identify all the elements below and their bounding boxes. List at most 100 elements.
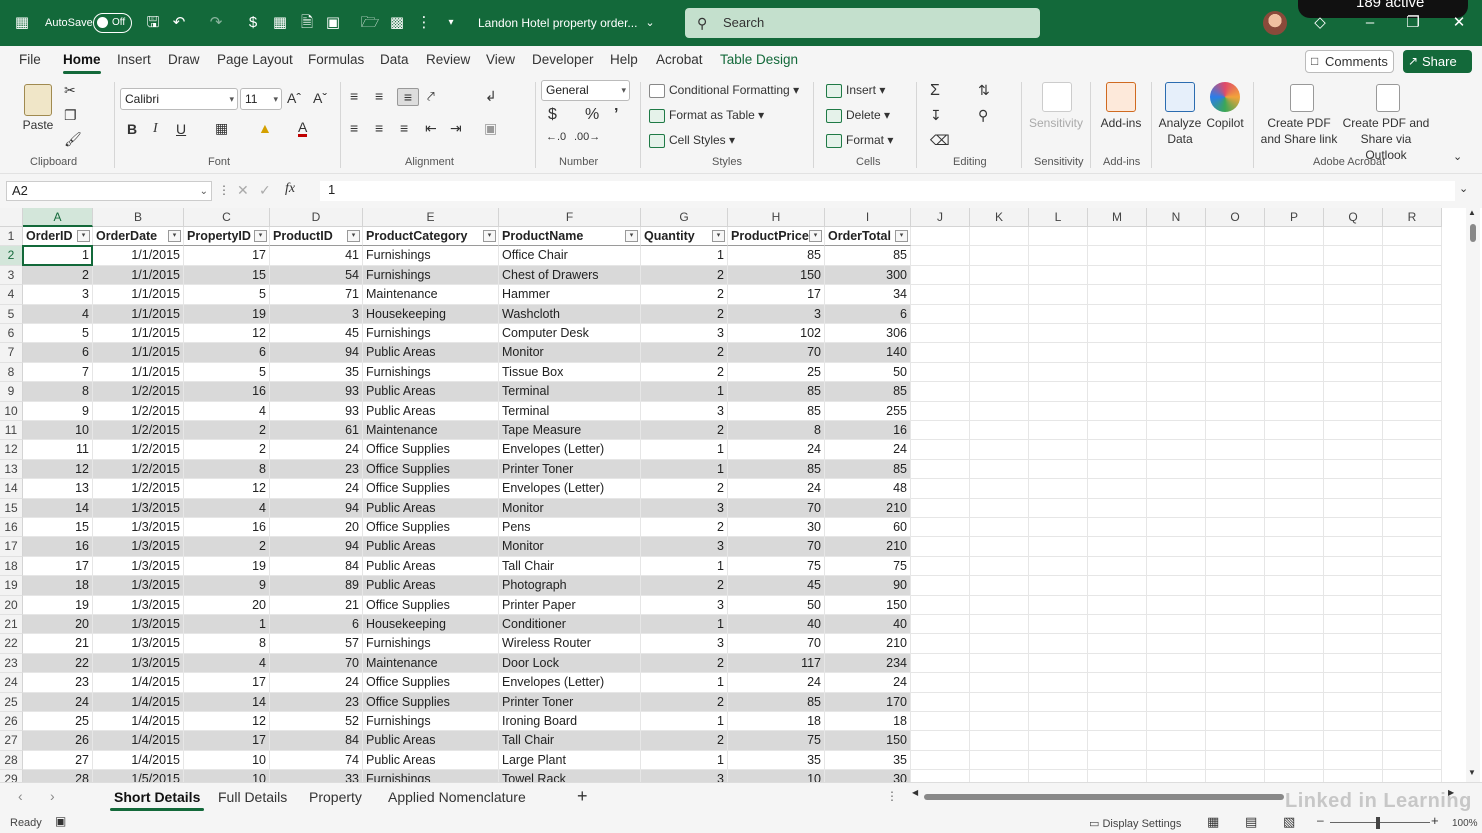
analyze-data-icon[interactable] — [1165, 82, 1195, 112]
table-cell[interactable]: 30 — [825, 770, 911, 782]
table-cell[interactable]: 5 — [184, 285, 270, 305]
table-cell[interactable]: 170 — [825, 692, 911, 712]
table-cell[interactable]: 17 — [728, 285, 825, 305]
table-cell[interactable]: 17 — [184, 731, 270, 751]
table-cell[interactable]: 1 — [641, 712, 728, 732]
empty-cell[interactable] — [1383, 440, 1442, 460]
empty-cell[interactable] — [1206, 440, 1265, 460]
empty-cell[interactable] — [1206, 634, 1265, 654]
empty-cell[interactable] — [1265, 576, 1324, 596]
table-cell[interactable]: Public Areas — [363, 576, 499, 596]
empty-cell[interactable] — [1029, 731, 1088, 751]
autosave-toggle[interactable]: Off — [93, 13, 132, 33]
sheet-tab-applied-nomenclature[interactable]: Applied Nomenclature — [388, 789, 526, 805]
table-cell[interactable]: Furnishings — [363, 634, 499, 654]
row-header-27[interactable]: 27 — [0, 731, 23, 751]
empty-cell[interactable] — [1088, 440, 1147, 460]
empty-cell[interactable] — [1029, 246, 1088, 266]
table-cell[interactable]: 2 — [641, 731, 728, 751]
empty-cell[interactable] — [1383, 246, 1442, 266]
table-cell[interactable]: 12 — [184, 479, 270, 499]
empty-cell[interactable] — [1265, 246, 1324, 266]
empty-cell[interactable] — [1265, 615, 1324, 635]
fill-icon[interactable]: ↧ — [930, 107, 942, 124]
empty-cell[interactable] — [1383, 421, 1442, 441]
empty-cell[interactable] — [1324, 770, 1383, 782]
row-header-2[interactable]: 2 — [0, 246, 23, 266]
empty-cell[interactable] — [1324, 750, 1383, 771]
empty-cell[interactable] — [1088, 518, 1147, 538]
table-cell[interactable]: Furnishings — [363, 265, 499, 286]
column-header-p[interactable]: P — [1265, 208, 1324, 227]
table-cell[interactable]: 2 — [641, 518, 728, 538]
tab-insert[interactable]: Insert — [117, 52, 151, 67]
fill-color-icon[interactable]: ▲ — [258, 120, 272, 136]
empty-cell[interactable] — [1206, 692, 1265, 712]
table-cell[interactable]: Door Lock — [499, 653, 641, 674]
empty-cell[interactable] — [1265, 459, 1324, 480]
empty-cell[interactable] — [1206, 576, 1265, 596]
tab-view[interactable]: View — [486, 52, 515, 67]
table-cell[interactable]: 8 — [184, 459, 270, 480]
empty-cell[interactable] — [970, 576, 1029, 596]
row-header-21[interactable]: 21 — [0, 615, 23, 635]
display-settings-button[interactable]: ▭ Display Settings — [1089, 817, 1181, 830]
table-cell[interactable]: 94 — [270, 537, 363, 557]
table-cell[interactable]: 10 — [23, 421, 93, 441]
empty-cell[interactable] — [1206, 518, 1265, 538]
empty-cell[interactable] — [1265, 556, 1324, 577]
table-cell[interactable]: Envelopes (Letter) — [499, 440, 641, 460]
empty-cell[interactable] — [1206, 304, 1265, 324]
empty-cell[interactable] — [1383, 343, 1442, 363]
align-left-icon[interactable]: ≡ — [350, 120, 358, 136]
empty-cell[interactable] — [1088, 362, 1147, 383]
empty-cell[interactable] — [1088, 265, 1147, 286]
empty-cell[interactable] — [1029, 634, 1088, 654]
zoom-out-icon[interactable]: – — [1317, 813, 1324, 827]
empty-cell[interactable] — [1147, 518, 1206, 538]
empty-cell[interactable] — [1383, 653, 1442, 674]
table-cell[interactable]: 35 — [825, 750, 911, 771]
empty-cell[interactable] — [970, 615, 1029, 635]
empty-cell[interactable] — [1383, 692, 1442, 712]
table-cell[interactable]: 3 — [23, 285, 93, 305]
empty-cell[interactable] — [1324, 712, 1383, 732]
empty-cell[interactable] — [1206, 401, 1265, 421]
table-cell[interactable]: 1/4/2015 — [93, 712, 184, 732]
zoom-level[interactable]: 100% — [1452, 818, 1478, 829]
empty-cell[interactable] — [1206, 285, 1265, 305]
table-cell[interactable]: 3 — [641, 537, 728, 557]
filter-dropdown-icon[interactable]: ▾ — [712, 230, 725, 242]
empty-cell[interactable] — [1265, 498, 1324, 518]
column-header-e[interactable]: E — [363, 208, 499, 227]
empty-cell[interactable] — [1029, 556, 1088, 577]
table-cell[interactable]: 210 — [825, 498, 911, 518]
table-cell[interactable]: 4 — [23, 304, 93, 324]
empty-cell[interactable] — [1147, 401, 1206, 421]
vertical-scrollbar[interactable]: ▲ ▼ — [1466, 208, 1480, 782]
insert-function-icon[interactable]: fx — [285, 181, 295, 197]
empty-cell[interactable] — [970, 673, 1029, 693]
empty-cell[interactable] — [1265, 401, 1324, 421]
table-cell[interactable]: 210 — [825, 634, 911, 654]
table-cell[interactable]: 24 — [270, 479, 363, 499]
table-cell[interactable]: Envelopes (Letter) — [499, 479, 641, 499]
empty-cell[interactable] — [1324, 304, 1383, 324]
empty-cell[interactable] — [1147, 421, 1206, 441]
empty-cell[interactable] — [970, 246, 1029, 266]
empty-cell[interactable] — [1265, 750, 1324, 771]
enter-icon[interactable]: ✓ — [259, 182, 271, 199]
empty-cell[interactable] — [1206, 615, 1265, 635]
row-header-5[interactable]: 5 — [0, 304, 23, 324]
row-header-26[interactable]: 26 — [0, 712, 23, 732]
table-cell[interactable]: 24 — [825, 440, 911, 460]
table-cell[interactable]: 150 — [825, 595, 911, 615]
row-header-4[interactable]: 4 — [0, 285, 23, 305]
column-header-q[interactable]: Q — [1324, 208, 1383, 227]
table-cell[interactable]: 1/3/2015 — [93, 556, 184, 577]
empty-cell[interactable] — [911, 421, 970, 441]
empty-cell[interactable] — [1206, 246, 1265, 266]
cell-styles-button[interactable]: Cell Styles ▾ — [649, 133, 735, 148]
borders-icon[interactable]: ▦ — [270, 13, 290, 33]
column-header-k[interactable]: K — [970, 208, 1029, 227]
